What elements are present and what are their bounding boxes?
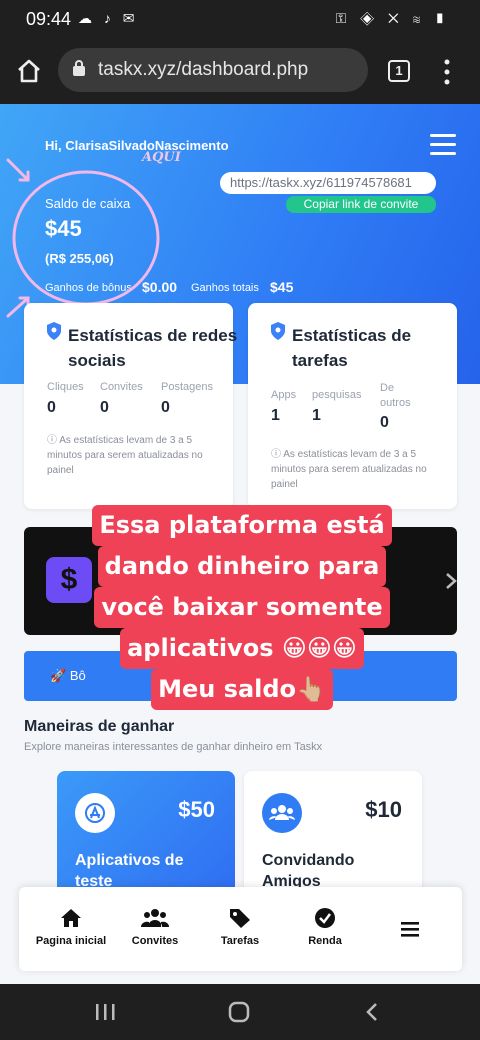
home-button-icon[interactable] xyxy=(228,1001,250,1023)
ways-title: Maneiras de ganhar xyxy=(24,718,175,735)
home-icon[interactable] xyxy=(16,58,42,84)
more-options-icon[interactable] xyxy=(440,58,454,86)
system-status-icons: ⚿ ◈ ✕ ≋ ▮ xyxy=(335,10,450,26)
app-store-icon xyxy=(75,793,115,833)
stat-value: 0 xyxy=(100,399,109,416)
status-bar: 09:44 ☁ ♪ ✉ ⚿ ◈ ✕ ≋ ▮ xyxy=(0,0,480,38)
stat-value: 0 xyxy=(161,399,170,416)
caption-line: aplicativos 😀😀😀 xyxy=(120,628,364,669)
tab-switcher-button[interactable]: 1 xyxy=(388,60,410,82)
nav-label: Renda xyxy=(308,935,342,947)
caption-line: dando dinheiro para xyxy=(97,546,387,587)
earn-amount: $50 xyxy=(178,797,215,822)
users-icon xyxy=(141,909,169,927)
tag-icon xyxy=(271,322,285,340)
url-text: taskx.xyz/dashboard.php xyxy=(98,59,309,80)
stats-note-text: As estatísticas levam de 3 a 5 minutos p… xyxy=(47,435,203,476)
stat-value: 0 xyxy=(47,399,56,416)
stat-label: Apps xyxy=(271,389,297,401)
users-icon xyxy=(262,793,302,833)
task-stats-title: Estatísticas de tarefas xyxy=(292,326,412,370)
tag-icon xyxy=(230,909,250,928)
stat-label: Convites xyxy=(100,381,143,393)
earn-card-invite[interactable]: $10 Convidando Amigos xyxy=(244,771,422,901)
circle-annotation xyxy=(6,158,160,326)
ways-subtitle: Explore maneiras interessantes de ganhar… xyxy=(24,741,323,753)
earn-name: Convidando Amigos xyxy=(262,852,355,890)
stats-note: ⓘ As estatísticas levam de 3 a 5 minutos… xyxy=(47,435,203,476)
menu-icon xyxy=(401,922,419,937)
task-stats-card: Estatísticas de tarefas Apps pesquisas D… xyxy=(248,303,457,509)
total-earnings-label: Ganhos totais xyxy=(191,282,259,294)
nav-home[interactable]: Pagina inicial xyxy=(26,907,116,947)
caption-overlay: Essa plataforma está dando dinheiro para… xyxy=(84,505,400,710)
earn-card-apps[interactable]: $50 Aplicativos de teste xyxy=(57,771,235,901)
stats-note-text: As estatísticas levam de 3 a 5 minutos p… xyxy=(271,449,427,490)
stat-label: pesquisas xyxy=(312,389,362,401)
nav-income[interactable]: Renda xyxy=(280,907,370,947)
lock-icon xyxy=(73,60,85,76)
stat-label: Cliques xyxy=(47,381,84,393)
stat-value: 0 xyxy=(380,414,389,431)
address-bar[interactable]: taskx.xyz/dashboard.php xyxy=(58,48,368,92)
caption-line: você baixar somente xyxy=(94,587,390,628)
check-circle-icon xyxy=(315,908,335,928)
nav-label: Pagina inicial xyxy=(35,935,107,947)
nav-tasks[interactable]: Tarefas xyxy=(195,907,285,947)
stat-label: De outros xyxy=(380,382,411,409)
caption-line: Essa plataforma está xyxy=(92,505,392,546)
social-stats-card: Estatísticas de redes sociais Cliques Co… xyxy=(24,303,237,509)
stats-note: ⓘ As estatísticas levam de 3 a 5 minutos… xyxy=(271,449,427,490)
nav-label: Tarefas xyxy=(220,935,260,947)
nav-menu[interactable] xyxy=(365,920,455,944)
shield-icon xyxy=(47,322,61,340)
caption-line: Meu saldo👆🏼 xyxy=(151,669,333,710)
system-navigation-bar xyxy=(0,984,480,1040)
browser-toolbar: taskx.xyz/dashboard.php 1 xyxy=(0,38,480,104)
stat-value: 1 xyxy=(271,407,280,424)
earn-name: Aplicativos de teste xyxy=(75,852,184,890)
bottom-navigation: Pagina inicial Convites Tarefas Renda xyxy=(19,887,462,971)
nav-invites[interactable]: Convites xyxy=(110,907,200,947)
total-earnings-value: $45 xyxy=(270,279,294,295)
stat-value: 1 xyxy=(312,407,321,424)
recent-apps-icon[interactable] xyxy=(94,1002,116,1022)
chevron-right-icon[interactable] xyxy=(444,572,458,590)
bonus-button-label: 🚀 Bô xyxy=(50,668,86,683)
hamburger-menu-icon[interactable] xyxy=(430,134,456,156)
social-stats-title: Estatísticas de redes sociais xyxy=(68,326,238,370)
copy-invite-link-button[interactable]: Copiar link de convite xyxy=(286,196,436,213)
invite-link-field[interactable]: https://taskx.xyz/611974578681 xyxy=(220,172,436,194)
earn-amount: $10 xyxy=(365,797,402,822)
back-icon[interactable] xyxy=(364,1002,380,1022)
notification-icons: ☁ ♪ ✉ xyxy=(78,10,139,26)
nav-label: Convites xyxy=(131,935,179,947)
status-time: 09:44 xyxy=(26,9,72,29)
home-icon xyxy=(61,909,81,927)
stat-label: Postagens xyxy=(161,381,213,393)
